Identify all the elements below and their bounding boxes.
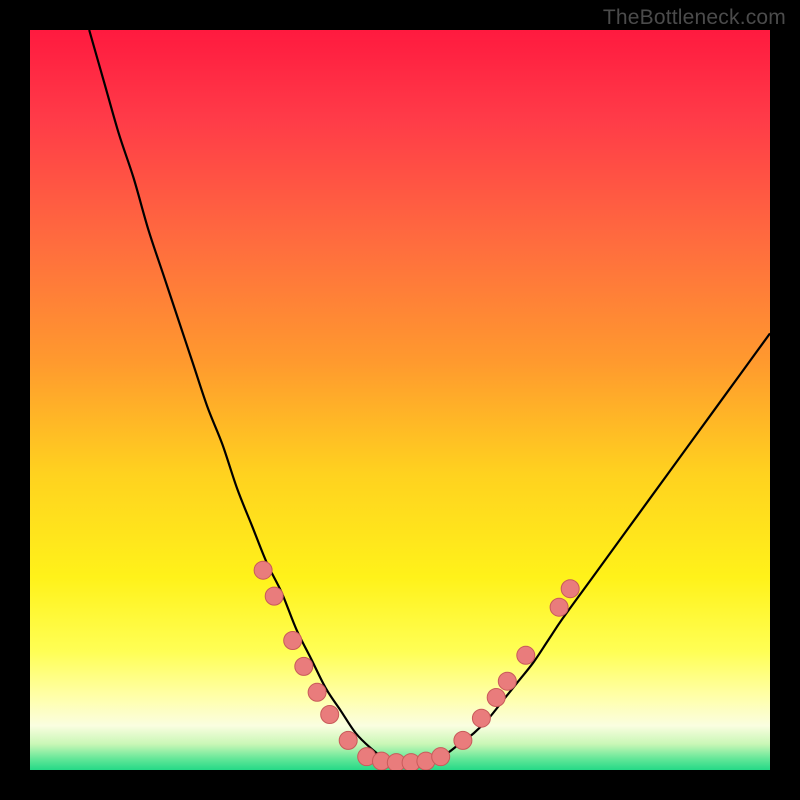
bottleneck-curve bbox=[89, 30, 770, 763]
data-point bbox=[321, 706, 339, 724]
data-point bbox=[472, 709, 490, 727]
data-point bbox=[454, 731, 472, 749]
data-point bbox=[550, 598, 568, 616]
data-point bbox=[561, 580, 579, 598]
data-point bbox=[487, 688, 505, 706]
plot-area bbox=[30, 30, 770, 770]
data-point bbox=[254, 561, 272, 579]
data-point bbox=[339, 731, 357, 749]
data-point bbox=[432, 748, 450, 766]
data-point bbox=[308, 683, 326, 701]
data-point bbox=[284, 632, 302, 650]
data-point bbox=[265, 587, 283, 605]
data-point bbox=[295, 657, 313, 675]
curve-layer bbox=[30, 30, 770, 770]
watermark-text: TheBottleneck.com bbox=[603, 6, 786, 30]
data-point bbox=[517, 646, 535, 664]
data-point bbox=[498, 672, 516, 690]
chart-frame: TheBottleneck.com bbox=[0, 0, 800, 800]
